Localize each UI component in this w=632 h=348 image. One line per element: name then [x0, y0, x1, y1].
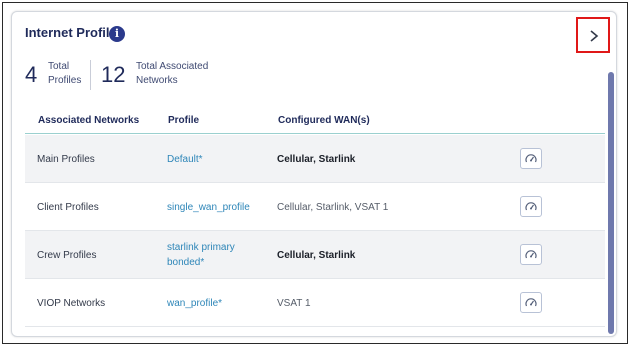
vertical-scrollbar[interactable] — [608, 72, 614, 334]
configured-wans: Cellular, Starlink — [277, 250, 356, 261]
column-header-profile: Profile — [168, 115, 200, 126]
table-row: VIOP Networks wan_profile* VSAT 1 — [25, 279, 605, 327]
configured-wans: Cellular, Starlink — [277, 154, 356, 165]
network-name: Client Profiles — [37, 202, 99, 213]
configured-wans: Cellular, Starlink, VSAT 1 — [277, 202, 389, 213]
total-profiles-label: Total Profiles — [48, 60, 81, 88]
configured-wans: VSAT 1 — [277, 298, 311, 309]
profile-link[interactable]: wan_profile* — [167, 296, 222, 311]
total-networks-label-line2: Networks — [136, 75, 178, 86]
column-header-networks: Associated Networks — [38, 115, 140, 126]
network-name: Crew Profiles — [37, 250, 97, 261]
stats-divider — [90, 60, 91, 90]
speedometer-icon — [525, 250, 537, 259]
total-profiles-count: 4 — [25, 62, 38, 87]
network-name: Main Profiles — [37, 154, 95, 165]
info-icon[interactable]: i — [109, 26, 125, 42]
network-name: VIOP Networks — [37, 298, 106, 309]
scrollbar-thumb[interactable] — [608, 72, 614, 334]
total-profiles-label-line2: Profiles — [48, 75, 82, 86]
speed-test-button[interactable] — [520, 292, 542, 313]
total-profiles-label-line1: Total — [48, 61, 70, 72]
profile-link-line2: bonded* — [167, 257, 205, 268]
speedometer-icon — [525, 298, 537, 307]
table-header-rule — [25, 133, 605, 134]
chevron-right-icon — [590, 30, 599, 42]
total-networks-label: Total Associated Networks — [136, 60, 208, 88]
table-row: Crew Profiles starlink primary bonded* C… — [25, 231, 605, 279]
screenshot-frame: Internet Profiles i 4 Total Profiles 12 … — [2, 2, 628, 344]
expand-button[interactable] — [576, 17, 610, 53]
profile-link-line1: starlink primary — [167, 242, 235, 253]
column-header-wans: Configured WAN(s) — [278, 115, 370, 126]
total-networks-label-line1: Total Associated — [136, 61, 209, 72]
profile-link[interactable]: starlink primary bonded* — [167, 240, 235, 270]
profile-link[interactable]: single_wan_profile — [167, 200, 250, 215]
speed-test-button[interactable] — [520, 196, 542, 217]
total-networks-count: 12 — [101, 62, 126, 87]
table-row: Client Profiles single_wan_profile Cellu… — [25, 183, 605, 231]
internet-profiles-card: Internet Profiles i 4 Total Profiles 12 … — [11, 11, 617, 337]
speedometer-icon — [525, 202, 537, 211]
speed-test-button[interactable] — [520, 148, 542, 169]
speed-test-button[interactable] — [520, 244, 542, 265]
profile-link[interactable]: Default* — [167, 152, 203, 167]
speedometer-icon — [525, 154, 537, 163]
table-row: Main Profiles Default* Cellular, Starlin… — [25, 135, 605, 183]
